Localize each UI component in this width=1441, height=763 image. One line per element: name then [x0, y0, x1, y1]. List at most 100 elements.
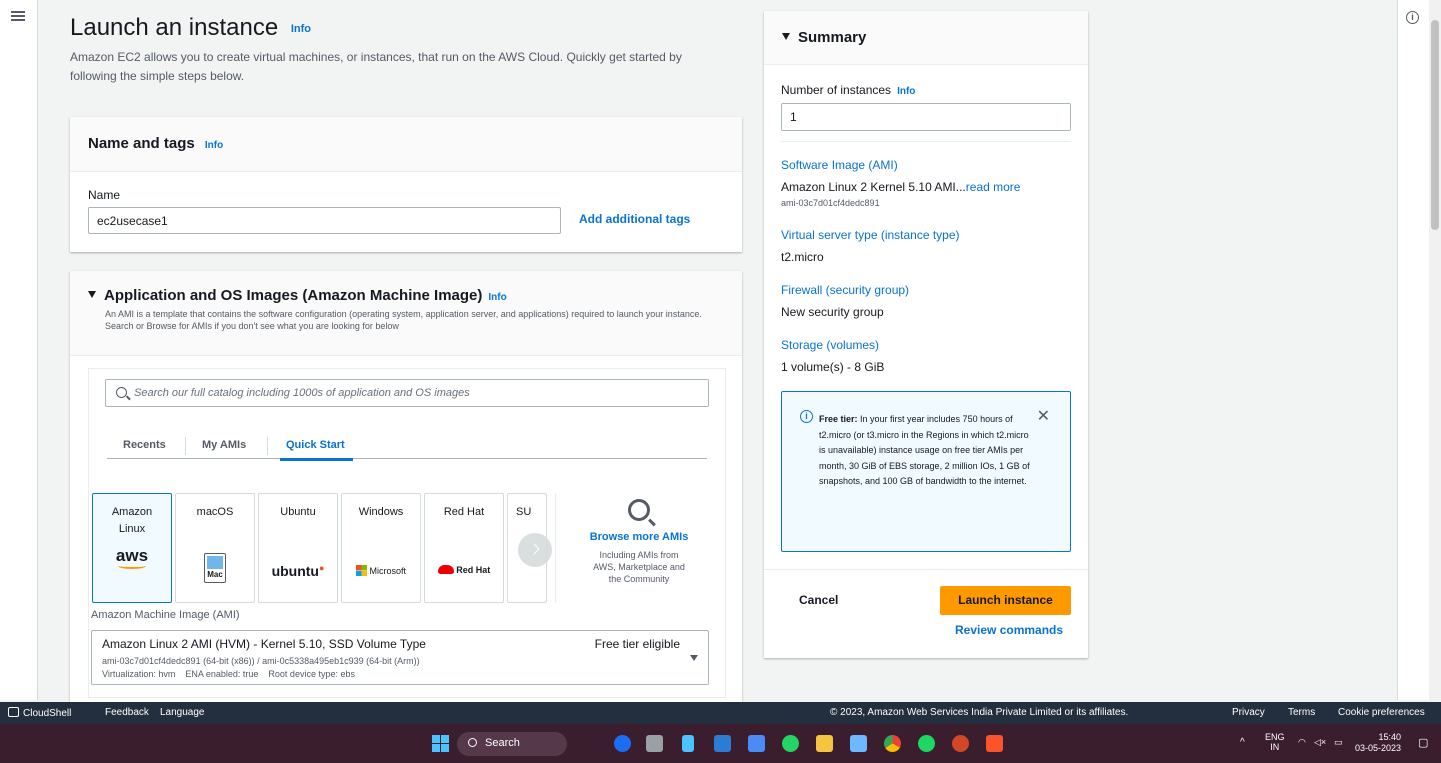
chevron-up-icon[interactable]: ^ — [1240, 737, 1245, 748]
cloudshell-label: CloudShell — [23, 708, 72, 719]
wifi-icon[interactable]: ◠ — [1298, 737, 1306, 748]
tab-divider — [185, 437, 186, 455]
chevron-down-icon — [690, 655, 698, 661]
word-icon[interactable] — [714, 735, 731, 752]
firewall-link[interactable]: Firewall (security group) — [781, 283, 909, 297]
tab-divider — [267, 437, 268, 455]
software-image-id: ami-03c7d01cf4dedc891 — [781, 198, 880, 208]
aws-logo-icon: aws — [93, 547, 171, 569]
storage-value: 1 volume(s) - 8 GiB — [781, 360, 885, 374]
terms-link[interactable]: Terms — [1288, 707, 1315, 718]
collapse-icon — [88, 290, 96, 298]
free-tier-bold: Free tier: — [819, 414, 858, 424]
tab-my-amis[interactable]: My AMIs — [202, 439, 246, 451]
language-indicator[interactable]: ENG IN — [1265, 732, 1285, 752]
name-input[interactable]: ec2usecase1 — [88, 207, 561, 234]
number-of-instances-info-link[interactable]: Info — [897, 86, 915, 97]
tile-label: macOS — [196, 506, 234, 518]
free-tier-body: In your first year includes 750 hours of… — [819, 414, 1030, 486]
page-title-text: Launch an instance — [70, 14, 279, 41]
windows-start-icon[interactable] — [432, 735, 449, 752]
language-link[interactable]: Language — [160, 707, 205, 718]
ami-select-dropdown[interactable]: Amazon Linux 2 AMI (HVM) - Kernel 5.10, … — [91, 630, 709, 685]
software-image-value: Amazon Linux 2 Kernel 5.10 AMI...read mo… — [781, 180, 1020, 194]
info-icon: i — [800, 410, 813, 423]
number-of-instances-label: Number of instances Info — [781, 83, 915, 97]
info-icon[interactable]: i — [1406, 11, 1419, 24]
notification-icon[interactable]: ▢ — [1418, 736, 1428, 749]
ami-selected-ids: ami-03c7d01cf4dedc891 (64-bit (x86)) / a… — [102, 656, 420, 666]
add-additional-tags-link[interactable]: Add additional tags — [579, 212, 690, 226]
cookie-preferences-link[interactable]: Cookie preferences — [1338, 707, 1425, 718]
browse-more-amis[interactable]: Browse more AMIs Including AMIs from AWS… — [569, 499, 709, 585]
side-navigation-rail — [0, 0, 38, 700]
taskbar: Search ^ ENG IN ◠ ◁× ▭ 15:40 03-05-2023 … — [0, 724, 1441, 763]
whatsapp-icon[interactable] — [782, 735, 799, 752]
scrollbar-thumb[interactable] — [1431, 20, 1439, 230]
ami-select-label: Amazon Machine Image (AMI) — [91, 609, 240, 621]
taskbar-search[interactable]: Search — [457, 732, 567, 756]
language-code: ENG — [1265, 732, 1285, 742]
brave-icon[interactable] — [986, 735, 1003, 752]
name-label: Name — [88, 188, 121, 202]
tab-recents[interactable]: Recents — [123, 439, 166, 451]
tile-red-hat[interactable]: Red Hat Red Hat — [424, 493, 504, 603]
name-and-tags-panel: Name and tags Info Name ec2usecase1 Add … — [70, 117, 742, 252]
software-image-link[interactable]: Software Image (AMI) — [781, 158, 898, 172]
number-of-instances-input[interactable]: 1 — [781, 103, 1071, 131]
ami-search-input[interactable]: Search our full catalog including 1000s … — [105, 379, 709, 407]
number-of-instances-text: Number of instances — [781, 83, 892, 97]
cloudshell-button[interactable]: CloudShell — [8, 707, 71, 719]
console-footer: CloudShell Feedback Language © 2023, Ama… — [0, 702, 1441, 724]
mac-logo-icon: Mac — [204, 553, 226, 583]
tile-windows[interactable]: Windows Microsoft — [341, 493, 421, 603]
summary-title: Summary — [798, 29, 867, 46]
search-icon — [116, 387, 127, 398]
name-and-tags-header: Name and tags Info — [70, 117, 742, 172]
powerpoint-icon[interactable] — [952, 735, 969, 752]
menu-icon[interactable] — [11, 11, 25, 21]
clock[interactable]: 15:40 03-05-2023 — [1355, 732, 1401, 754]
app-icon[interactable] — [850, 735, 867, 752]
tile-macos[interactable]: macOS Mac — [175, 493, 255, 603]
close-icon[interactable]: ✕ — [1037, 406, 1050, 426]
date: 03-05-2023 — [1355, 743, 1402, 753]
page-title: Launch an instance Info — [70, 14, 311, 42]
app-icon[interactable] — [614, 735, 631, 752]
instance-type-value: t2.micro — [781, 250, 824, 264]
tile-amazon-linux[interactable]: Amazon Linux aws — [92, 493, 172, 603]
privacy-link[interactable]: Privacy — [1232, 707, 1265, 718]
scrollbar[interactable] — [1429, 0, 1441, 700]
battery-icon[interactable]: ▭ — [1334, 737, 1343, 748]
instance-type-link[interactable]: Virtual server type (instance type) — [781, 228, 960, 242]
summary-header[interactable]: Summary — [764, 11, 1088, 65]
feedback-link[interactable]: Feedback — [105, 707, 149, 718]
notepad-icon[interactable] — [682, 735, 694, 752]
summary-panel: Summary Number of instances Info 1 Softwa… — [764, 11, 1088, 658]
ami-selected-title: Amazon Linux 2 AMI (HVM) - Kernel 5.10, … — [102, 637, 426, 651]
storage-link[interactable]: Storage (volumes) — [781, 338, 879, 352]
tile-ubuntu[interactable]: Ubuntu ubuntu● — [258, 493, 338, 603]
region-code: IN — [1270, 742, 1280, 752]
terminal-icon — [8, 707, 19, 717]
volume-icon[interactable]: ◁× — [1314, 737, 1326, 748]
page-info-link[interactable]: Info — [291, 23, 311, 35]
file-explorer-icon[interactable] — [816, 735, 833, 752]
cancel-button[interactable]: Cancel — [799, 593, 838, 607]
review-commands-link[interactable]: Review commands — [955, 623, 1063, 637]
microsoft-logo-icon: Microsoft — [342, 565, 420, 576]
read-more-link[interactable]: read more — [966, 180, 1021, 194]
next-arrow-button[interactable] — [518, 533, 552, 567]
spotify-icon[interactable] — [918, 735, 935, 752]
search-icon — [628, 499, 650, 521]
ami-info-link[interactable]: Info — [488, 292, 506, 303]
task-view-icon[interactable] — [646, 735, 663, 752]
tile-label: Amazon Linux — [111, 506, 153, 535]
chrome-icon[interactable] — [884, 735, 901, 752]
ami-title[interactable]: Application and OS Images (Amazon Machin… — [88, 287, 724, 304]
name-and-tags-info-link[interactable]: Info — [205, 140, 223, 151]
browse-more-amis-link[interactable]: Browse more AMIs — [569, 531, 709, 543]
tab-quick-start[interactable]: Quick Start — [280, 439, 353, 461]
launch-instance-button[interactable]: Launch instance — [940, 586, 1071, 615]
app-icon[interactable] — [748, 735, 765, 752]
